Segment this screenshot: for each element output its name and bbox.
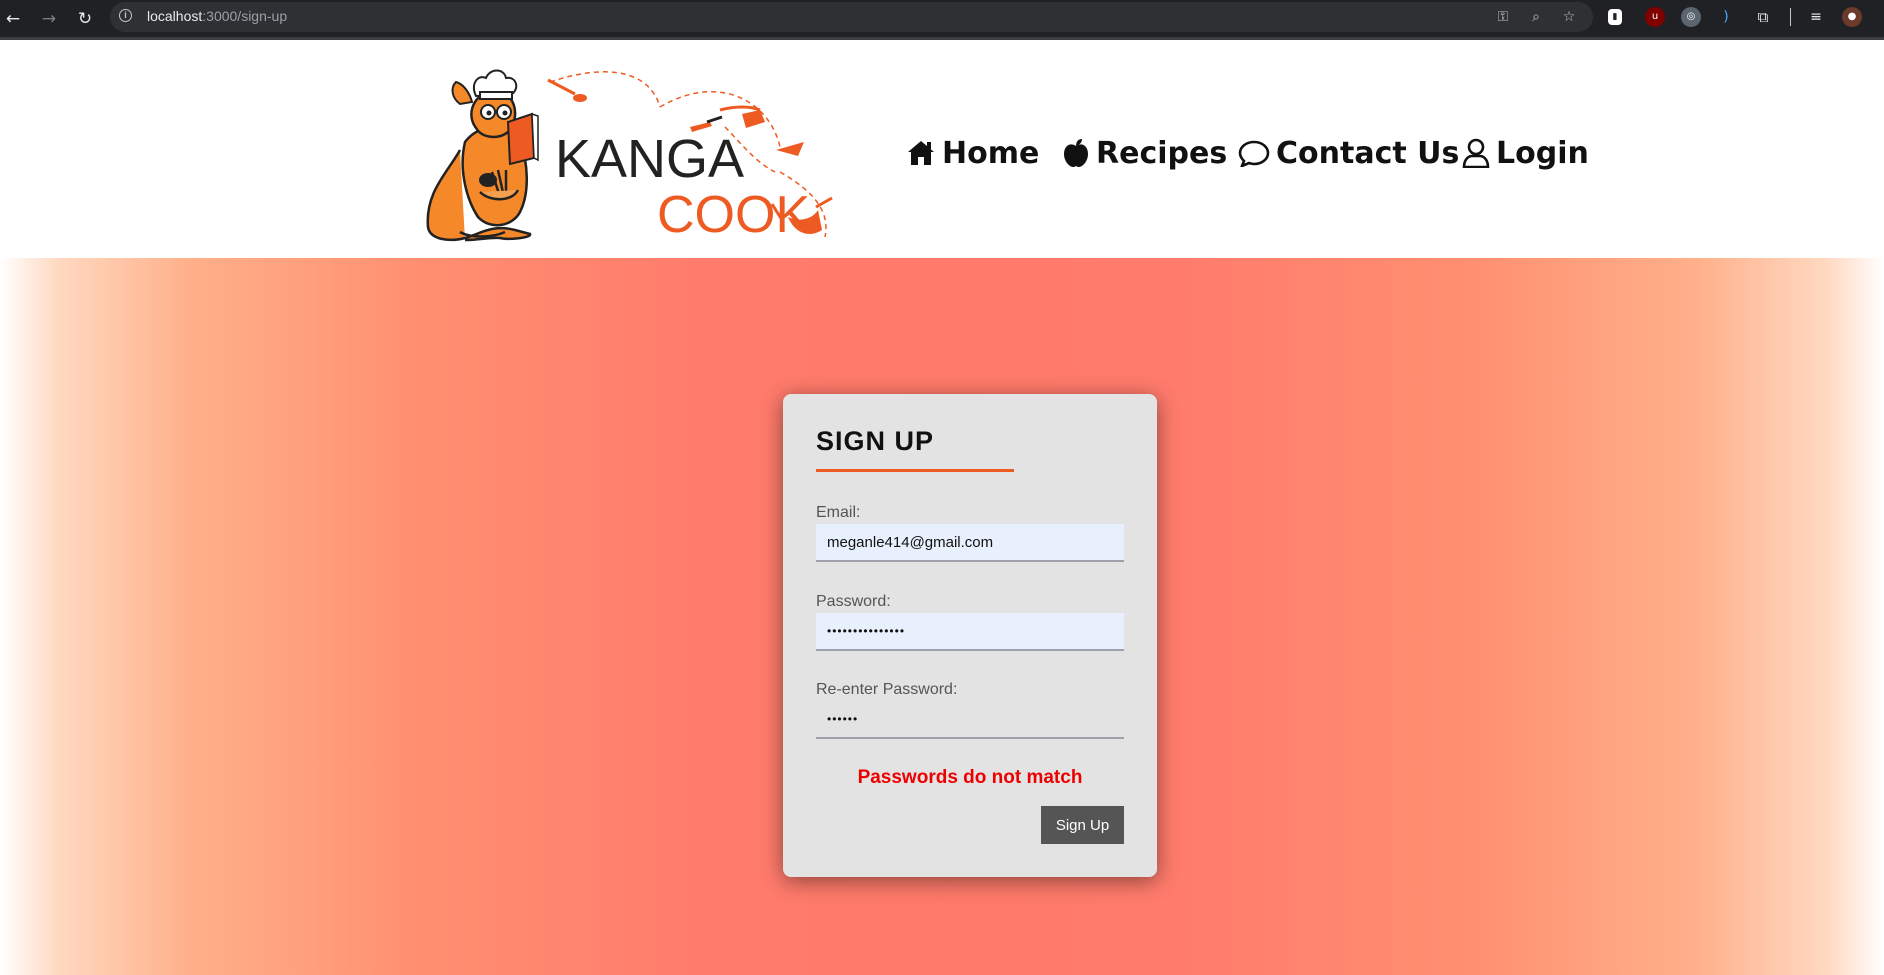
nav-contact-label: Contact Us (1276, 135, 1460, 171)
profile-avatar-icon[interactable]: ● (1842, 7, 1862, 27)
nav-contact-link[interactable]: Contact Us (1238, 128, 1459, 178)
apple-icon (1064, 139, 1088, 167)
sign-up-card: SIGN UP Email: Password: Re-enter Passwo… (783, 394, 1157, 877)
bookmark-star-icon[interactable]: ☆ (1559, 7, 1579, 27)
browser-toolbar: ← → ↻ i localhost:3000/sign-up ⚿ ⌕ ☆ ▮ u… (0, 0, 1884, 40)
password-label: Password: (816, 593, 891, 610)
reenter-password-label: Re-enter Password: (816, 681, 958, 698)
extension-sound-icon[interactable]: ) (1716, 7, 1736, 27)
nav-recipes-label: Recipes (1096, 135, 1228, 171)
url-text[interactable]: localhost:3000/sign-up (147, 8, 287, 24)
site-header: KANGA COOK Home Recipes Contact Us Login (0, 40, 1884, 258)
extension-glasses-icon[interactable]: ◎ (1681, 7, 1701, 27)
svg-text:KANGA: KANGA (555, 129, 744, 189)
password-key-icon[interactable]: ⚿ (1493, 7, 1513, 27)
address-bar[interactable]: i localhost:3000/sign-up ⚿ ⌕ ☆ (110, 2, 1593, 32)
user-icon (1462, 138, 1490, 168)
svg-text:COOK: COOK (657, 186, 810, 242)
nav-home-label: Home (942, 135, 1040, 171)
extensions-puzzle-icon[interactable]: ⧉ (1753, 7, 1773, 27)
chat-bubble-icon (1238, 140, 1270, 167)
reenter-password-field[interactable] (816, 701, 1124, 739)
extension-lock-icon[interactable]: ▮ (1608, 9, 1622, 25)
kanga-cook-logo[interactable]: KANGA COOK (420, 62, 880, 242)
main-content: SIGN UP Email: Password: Re-enter Passwo… (0, 258, 1884, 975)
forward-arrow-icon[interactable]: → (36, 6, 62, 32)
media-queue-icon[interactable]: ≡ (1806, 7, 1826, 27)
reload-icon[interactable]: ↻ (72, 6, 98, 32)
toolbar-divider (1790, 8, 1791, 26)
nav-login-link[interactable]: Login (1462, 128, 1589, 178)
nav-recipes-link[interactable]: Recipes (1062, 128, 1227, 178)
email-label: Email: (816, 504, 861, 521)
back-arrow-icon[interactable]: ← (0, 6, 26, 32)
title-underline (816, 469, 1014, 472)
email-field[interactable] (816, 524, 1124, 562)
nav-home-link[interactable]: Home (906, 128, 1039, 178)
form-title: SIGN UP (816, 426, 935, 456)
zoom-icon[interactable]: ⌕ (1526, 7, 1546, 27)
error-message: Passwords do not match (857, 767, 1083, 788)
home-icon (908, 141, 934, 165)
nav-login-label: Login (1496, 135, 1589, 171)
site-info-icon[interactable]: i (119, 9, 132, 22)
ublock-icon[interactable]: u (1645, 7, 1665, 27)
sign-up-button[interactable]: Sign Up (1041, 806, 1124, 844)
password-field[interactable] (816, 613, 1124, 651)
